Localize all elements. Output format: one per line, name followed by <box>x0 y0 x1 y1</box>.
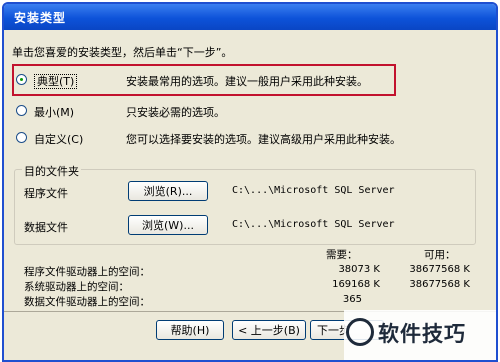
browse-program-files-button[interactable]: 浏览(R)... <box>128 181 208 201</box>
space-row-label: 数据文件驱动器上的空间： <box>24 296 150 308</box>
space-row-available: 38677568 K <box>409 279 470 290</box>
browse-data-files-button[interactable]: 浏览(W)... <box>128 215 208 235</box>
destination-folder-label: 目的文件夹 <box>22 163 81 179</box>
data-files-path: C:\...\Microsoft SQL Server <box>232 219 395 230</box>
required-header: 需要： <box>326 249 358 261</box>
option-typical-description: 安装最常用的选项。建议一般用户采用此种安装。 <box>126 75 368 88</box>
help-button[interactable]: 帮助(H) <box>156 320 224 340</box>
radio-typical[interactable] <box>16 74 27 85</box>
data-files-label: 数据文件 <box>24 221 68 234</box>
radio-custom[interactable] <box>16 132 27 143</box>
space-row-required: 38073 K <box>338 264 380 275</box>
space-row-required: 365 <box>342 294 362 305</box>
setup-dialog: 安装类型 单击您喜爱的安装类型，然后单击“下一步”。 典型(T) 安装最常用的选… <box>2 2 498 362</box>
space-row-label: 程序文件驱动器上的空间： <box>24 266 150 278</box>
space-row-available: 38677568 K <box>409 264 470 275</box>
available-header: 可用： <box>424 249 456 261</box>
option-minimum-label: 最小(M) <box>34 106 75 119</box>
watermark: 软件技巧 <box>344 310 496 360</box>
option-typical-label: 典型(T) <box>34 74 78 89</box>
radio-minimum[interactable] <box>16 105 27 116</box>
option-minimum-description: 只安装必需的选项。 <box>126 106 225 119</box>
space-row-label: 系统驱动器上的空间： <box>24 281 129 293</box>
title-bar[interactable]: 安装类型 <box>4 4 496 30</box>
option-custom-label: 自定义(C) <box>34 133 84 146</box>
option-custom-description: 您可以选择要安装的选项。建议高级用户采用此种安装。 <box>126 133 401 146</box>
back-button[interactable]: < 上一步(B) <box>232 320 306 340</box>
space-row-required: 169168 K <box>332 279 380 290</box>
instruction-text: 单击您喜爱的安装类型，然后单击“下一步”。 <box>12 46 233 59</box>
destination-folder-group <box>14 169 476 245</box>
program-files-label: 程序文件 <box>24 187 68 200</box>
watermark-text: 软件技巧 <box>378 322 466 346</box>
window-title: 安装类型 <box>14 11 67 25</box>
program-files-path: C:\...\Microsoft SQL Server <box>232 185 395 196</box>
watermark-logo-icon <box>346 318 374 346</box>
